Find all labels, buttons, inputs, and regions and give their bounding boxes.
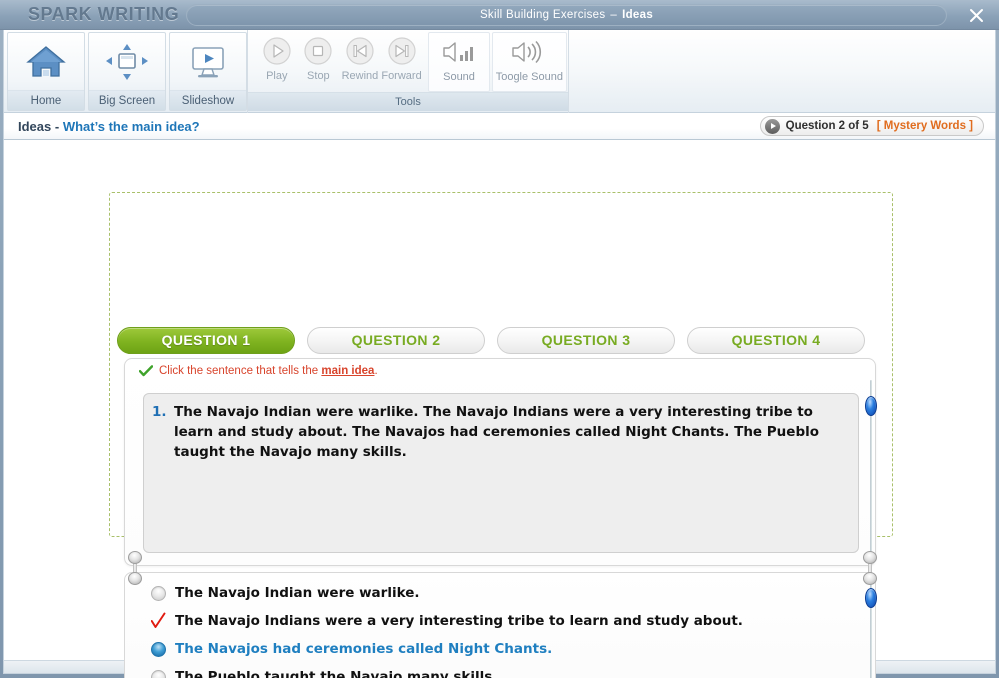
play-circle-icon bbox=[764, 118, 780, 134]
options-card: The Navajo Indian were warlike. The Nava… bbox=[124, 572, 876, 678]
forward-button[interactable]: Forward bbox=[381, 32, 423, 92]
resize-handle-left[interactable] bbox=[128, 551, 142, 585]
passage-text: The Navajo Indian were warlike. The Nava… bbox=[174, 404, 820, 460]
passage-card: Click the sentence that tells the main i… bbox=[124, 358, 876, 566]
breadcrumb-separator: - bbox=[54, 118, 60, 134]
tab-question-2-label: QUESTION 2 bbox=[351, 332, 441, 348]
option-label-3: The Navajos had ceremonies called Night … bbox=[175, 641, 553, 657]
stop-button[interactable]: Stop bbox=[298, 32, 340, 92]
home-button[interactable]: Home bbox=[7, 32, 85, 111]
instruction-line: Click the sentence that tells the main i… bbox=[139, 365, 378, 377]
passage-slider-thumb[interactable] bbox=[865, 396, 877, 416]
home-icon bbox=[25, 33, 67, 90]
resize-handle-right[interactable] bbox=[863, 551, 877, 585]
big-screen-button-label: Big Screen bbox=[89, 90, 165, 110]
instruction-emphasis: main idea bbox=[321, 365, 375, 377]
sound-button-label: Sound bbox=[443, 71, 475, 83]
options-slider-thumb[interactable] bbox=[865, 588, 877, 608]
option-row-4[interactable]: The Pueblo taught the Navajo many skills… bbox=[125, 663, 875, 678]
option-row-1[interactable]: The Navajo Indian were warlike. bbox=[125, 579, 875, 607]
window-title: Skill Building Exercises – Ideas bbox=[480, 9, 653, 21]
resize-handle-left-knob-bottom bbox=[128, 572, 142, 585]
stop-icon bbox=[303, 32, 333, 70]
play-icon bbox=[262, 32, 292, 70]
tab-question-1-label: QUESTION 1 bbox=[161, 332, 251, 348]
home-button-label: Home bbox=[8, 90, 84, 110]
radio-button-1[interactable] bbox=[151, 585, 166, 601]
window-title-main: Skill Building Exercises bbox=[479, 9, 606, 21]
tab-question-2[interactable]: QUESTION 2 bbox=[307, 326, 485, 354]
stop-button-label: Stop bbox=[307, 70, 330, 82]
window-title-pill: Skill Building Exercises – Ideas bbox=[186, 4, 947, 26]
passage-box[interactable]: 1. The Navajo Indian were warlike. The N… bbox=[143, 393, 859, 553]
instruction-prefix: Click the sentence that tells the bbox=[159, 365, 322, 377]
question-tag: [ Mystery Words ] bbox=[876, 120, 973, 132]
tab-question-3-label: QUESTION 3 bbox=[541, 332, 631, 348]
passage-number: 1. bbox=[152, 404, 167, 420]
instruction-text: Click the sentence that tells the main i… bbox=[159, 365, 378, 377]
play-button[interactable]: Play bbox=[256, 32, 298, 92]
option-check-2[interactable] bbox=[151, 610, 166, 632]
instruction-suffix: . bbox=[374, 365, 378, 377]
toggle-sound-button[interactable]: Toogle Sound bbox=[491, 32, 567, 92]
app-brand: SPARK WRITING bbox=[28, 4, 180, 24]
breadcrumb: Ideas - What’s the main idea? bbox=[18, 119, 200, 134]
tab-question-4-label: QUESTION 4 bbox=[731, 332, 821, 348]
tab-question-3[interactable]: QUESTION 3 bbox=[497, 326, 675, 354]
resize-handle-left-knob-top bbox=[128, 551, 142, 564]
option-row-3[interactable]: The Navajos had ceremonies called Night … bbox=[125, 635, 875, 663]
ribbon-toolbar: Home Big Screen Slideshow Play Stop Rewi… bbox=[3, 30, 996, 113]
window-title-dash: – bbox=[610, 9, 618, 21]
play-button-label: Play bbox=[266, 70, 288, 82]
radio-button-4[interactable] bbox=[151, 669, 166, 678]
ribbon-group-empty bbox=[569, 30, 995, 113]
slideshow-icon bbox=[187, 33, 229, 90]
passage-scroll-slider[interactable] bbox=[864, 380, 878, 560]
slideshow-button-label: Slideshow bbox=[170, 90, 246, 110]
rewind-button-label: Rewind bbox=[341, 70, 379, 82]
resize-handle-right-knob-top bbox=[863, 551, 877, 564]
question-progress-badge[interactable]: Question 2 of 5 [ Mystery Words ] bbox=[759, 116, 984, 136]
close-icon bbox=[969, 8, 983, 22]
option-label-2: The Navajo Indians were a very interesti… bbox=[175, 613, 743, 629]
breadcrumb-bar: Ideas - What’s the main idea? Question 2… bbox=[3, 113, 996, 140]
tab-question-4[interactable]: QUESTION 4 bbox=[687, 326, 865, 354]
application-window: SPARK WRITING Skill Building Exercises – I… bbox=[0, 0, 999, 678]
radio-button-3[interactable] bbox=[151, 641, 166, 657]
sound-button[interactable]: Sound bbox=[428, 32, 490, 92]
window-title-sub: Ideas bbox=[622, 9, 654, 21]
forward-icon bbox=[387, 32, 417, 70]
passage-text-wrap: 1. The Navajo Indian were warlike. The N… bbox=[144, 394, 858, 462]
option-row-2[interactable]: The Navajo Indians were a very interesti… bbox=[125, 607, 875, 635]
big-screen-icon bbox=[105, 33, 149, 90]
resize-handle-right-knob-bottom bbox=[863, 572, 877, 585]
speaker-icon bbox=[507, 33, 551, 71]
red-check-icon bbox=[151, 612, 166, 628]
option-label-1: The Navajo Indian were warlike. bbox=[175, 585, 420, 601]
title-bar: SPARK WRITING Skill Building Exercises – I… bbox=[0, 0, 999, 30]
ribbon-group-main: Home Big Screen Slideshow bbox=[4, 30, 247, 113]
big-screen-button[interactable]: Big Screen bbox=[88, 32, 166, 111]
question-tabs: QUESTION 1 QUESTION 2 QUESTION 3 QUESTIO… bbox=[117, 325, 889, 355]
exercise-stage: QUESTION 1 QUESTION 2 QUESTION 3 QUESTIO… bbox=[3, 140, 996, 678]
toggle-sound-button-label: Toogle Sound bbox=[495, 71, 563, 83]
slideshow-button[interactable]: Slideshow bbox=[169, 32, 247, 111]
rewind-icon bbox=[345, 32, 375, 70]
tab-question-1[interactable]: QUESTION 1 bbox=[117, 326, 295, 354]
options-scroll-slider[interactable] bbox=[864, 580, 878, 678]
tools-group-label: Tools bbox=[248, 92, 568, 111]
breadcrumb-root[interactable]: Ideas bbox=[18, 119, 51, 134]
breadcrumb-current: What’s the main idea? bbox=[62, 118, 200, 134]
green-check-icon bbox=[139, 365, 153, 377]
question-progress-text: Question 2 of 5 bbox=[785, 120, 869, 132]
sound-level-icon bbox=[438, 33, 480, 71]
rewind-button[interactable]: Rewind bbox=[339, 32, 381, 92]
ribbon-group-tools: Play Stop Rewind Forward Sound Toogle So… bbox=[247, 30, 569, 113]
close-button[interactable] bbox=[963, 3, 989, 27]
option-label-4: The Pueblo taught the Navajo many skills… bbox=[175, 669, 498, 678]
tools-row: Play Stop Rewind Forward Sound Toogle So… bbox=[248, 30, 568, 92]
forward-button-label: Forward bbox=[381, 70, 422, 82]
